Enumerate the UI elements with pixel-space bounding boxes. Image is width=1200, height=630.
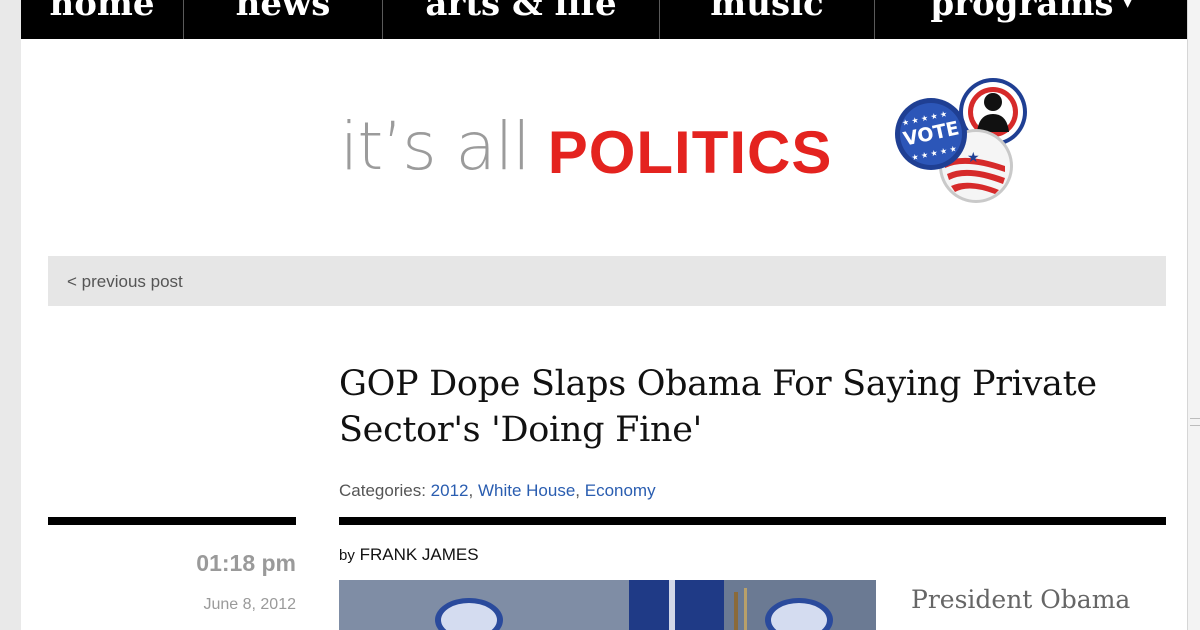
- category-link-white-house[interactable]: White House: [478, 481, 575, 500]
- sidebar-divider: [48, 517, 296, 525]
- nav-music-label: music: [710, 0, 824, 24]
- byline: by FRANK JAMES: [339, 545, 479, 565]
- vote-button-icon: VOTE ★ ★ ★ ★ ★ ★ ★ ★ ★ ★: [895, 98, 967, 170]
- nav-news[interactable]: news: [184, 0, 383, 39]
- logo-light-text: it’s all: [340, 108, 531, 185]
- article-body-start: President Obama: [911, 585, 1131, 614]
- article-divider: [339, 517, 1166, 525]
- nav-arts-life[interactable]: arts & life: [383, 0, 660, 39]
- nav-music[interactable]: music: [660, 0, 875, 39]
- article-photo[interactable]: [339, 580, 876, 630]
- window-edge: [1187, 0, 1200, 630]
- nav-arts-life-label: arts & life: [425, 0, 617, 24]
- dropdown-arrow-icon: ▾: [1123, 0, 1132, 12]
- resize-grip[interactable]: [1190, 418, 1200, 426]
- main-nav: home news arts & life music programs ▾: [21, 0, 1187, 39]
- post-date: June 8, 2012: [203, 596, 296, 613]
- byline-prefix: by: [339, 547, 355, 564]
- category-link-2012[interactable]: 2012: [431, 481, 469, 500]
- nav-news-label: news: [235, 0, 331, 24]
- post-navigation-bar: < previous post: [48, 256, 1166, 306]
- categories-line: Categories: 2012, White House, Economy: [339, 481, 656, 500]
- nav-home-label: home: [49, 0, 155, 24]
- svg-text:★: ★: [967, 150, 980, 166]
- categories-label: Categories:: [339, 481, 426, 500]
- post-time: 01:18 pm: [196, 550, 296, 576]
- nav-programs-label: programs: [930, 0, 1114, 24]
- blog-logo[interactable]: it’s all POLITICS: [340, 108, 832, 198]
- nav-programs[interactable]: programs ▾: [875, 0, 1187, 39]
- nav-home[interactable]: home: [21, 0, 184, 39]
- previous-post-link[interactable]: < previous post: [67, 272, 183, 292]
- author-name[interactable]: FRANK JAMES: [360, 545, 479, 564]
- category-link-economy[interactable]: Economy: [585, 481, 656, 500]
- campaign-buttons-icon: ★ VOTE ★ ★ ★ ★ ★ ★ ★ ★ ★ ★: [895, 78, 1027, 203]
- article-headline: GOP Dope Slaps Obama For Saying Private …: [339, 364, 1097, 450]
- logo-bold-text: POLITICS: [547, 119, 833, 186]
